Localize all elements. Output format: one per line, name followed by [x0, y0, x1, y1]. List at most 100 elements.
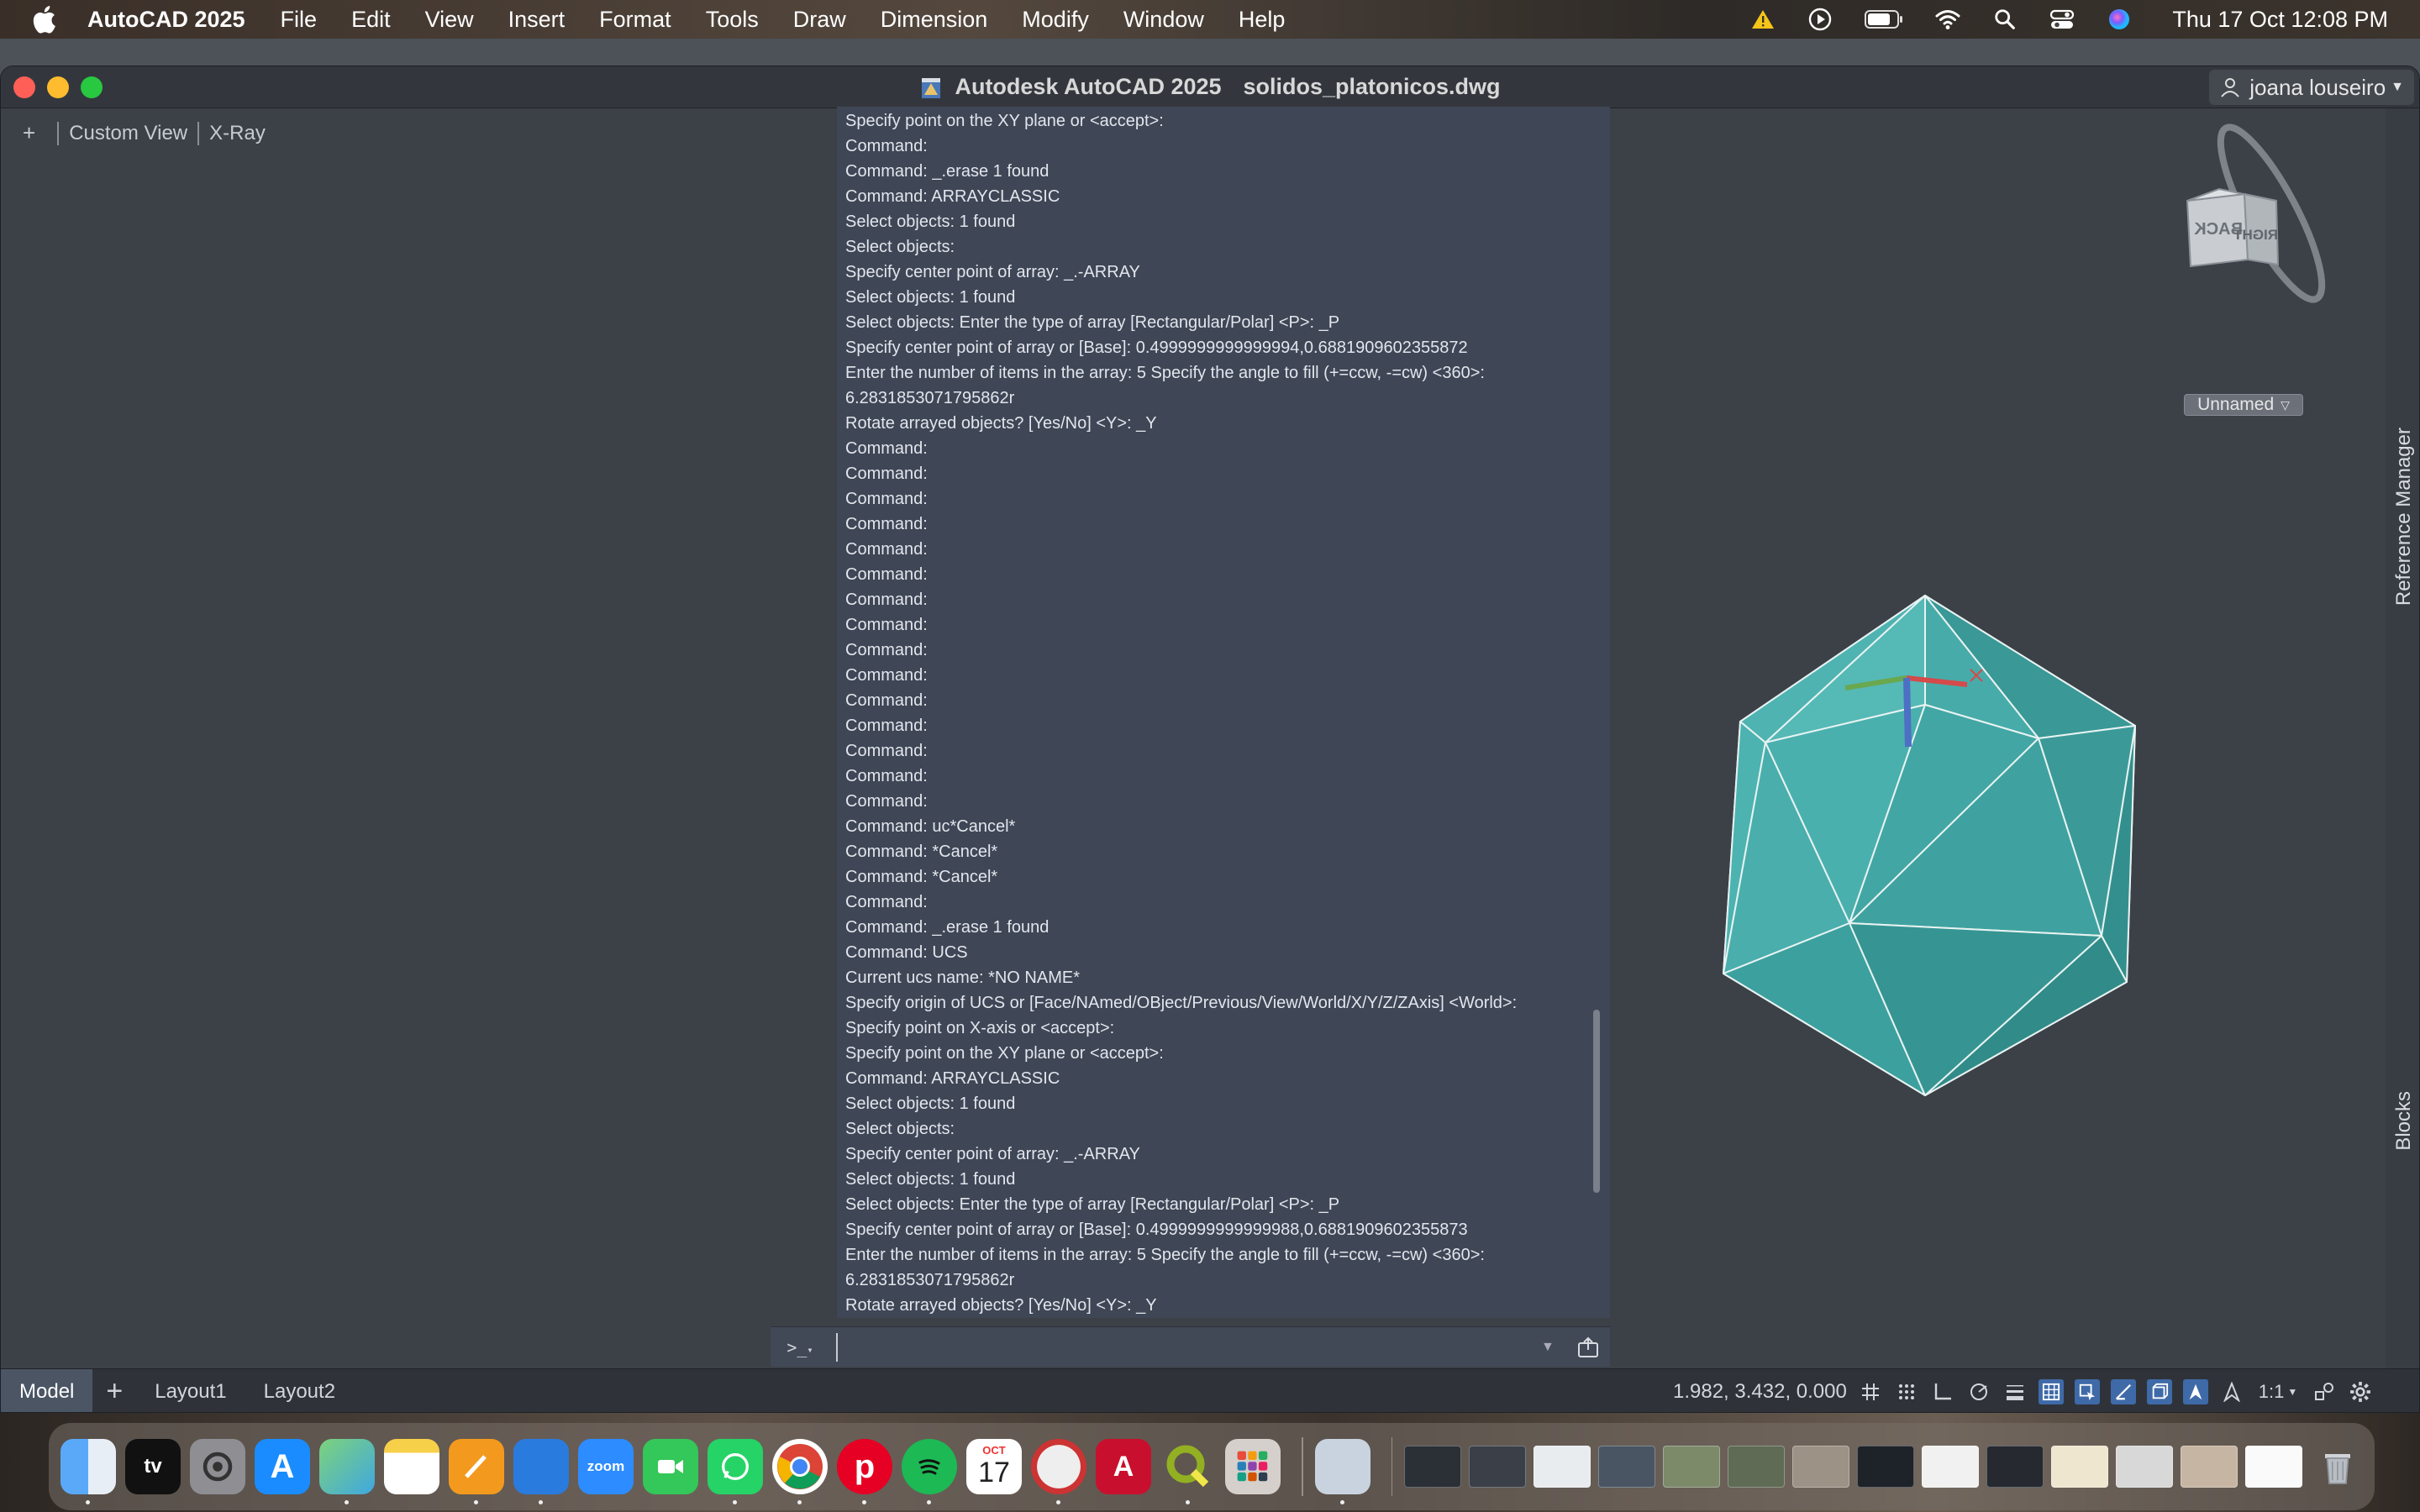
command-history-line: Command:: [845, 713, 1585, 738]
whatsapp-icon[interactable]: [708, 1439, 763, 1504]
minimized-window-thumbnail[interactable]: [1404, 1446, 1461, 1488]
annotation-scale-control[interactable]: 1:1 ▼: [2255, 1379, 2301, 1404]
menu-tools[interactable]: Tools: [706, 7, 759, 33]
siri-icon[interactable]: [2107, 7, 2132, 32]
dynamic-ucs-icon[interactable]: [2111, 1379, 2136, 1404]
qgis-icon[interactable]: [1160, 1439, 1216, 1504]
annotation-visibility-icon[interactable]: [2183, 1379, 2208, 1404]
minimized-window-thumbnail[interactable]: [1728, 1446, 1785, 1488]
figure-app-icon[interactable]: [1031, 1439, 1086, 1504]
minimized-window-thumbnail[interactable]: [1922, 1446, 1979, 1488]
maximize-window-button[interactable]: [81, 76, 103, 98]
minimized-window-thumbnail[interactable]: [2051, 1446, 2108, 1488]
menu-insert[interactable]: Insert: [508, 7, 566, 33]
trash-icon[interactable]: [2310, 1439, 2365, 1494]
3d-object-snap-icon[interactable]: [2147, 1379, 2172, 1404]
minimized-window-thumbnail[interactable]: [1598, 1446, 1655, 1488]
transparency-icon[interactable]: [2039, 1379, 2064, 1404]
chrome-icon[interactable]: [772, 1439, 828, 1504]
minimized-window-thumbnail[interactable]: [1857, 1446, 1914, 1488]
launchpad-icon[interactable]: [1225, 1439, 1281, 1494]
wifi-icon[interactable]: [1935, 7, 1960, 32]
auto-scale-icon[interactable]: [2219, 1379, 2244, 1404]
close-window-button[interactable]: [13, 76, 35, 98]
spotify-icon[interactable]: [902, 1439, 957, 1504]
search-icon[interactable]: [1992, 7, 2018, 32]
calendar-icon[interactable]: OCT 17: [966, 1439, 1022, 1494]
facetime-icon[interactable]: [643, 1439, 698, 1494]
user-account-menu[interactable]: joana louseiro ▼: [2209, 70, 2414, 105]
battery-icon[interactable]: [1865, 7, 1903, 32]
minimized-window-thumbnail[interactable]: [1663, 1446, 1720, 1488]
preview-icon[interactable]: [1314, 1439, 1370, 1504]
command-recent-dropdown-icon[interactable]: ▼: [1541, 1340, 1566, 1355]
visual-style-control[interactable]: X-Ray: [209, 122, 266, 145]
zoom-icon[interactable]: zoom: [578, 1439, 634, 1494]
ortho-mode-icon[interactable]: [1930, 1379, 1955, 1404]
viewcube[interactable]: BACK RIGHT: [2177, 117, 2354, 335]
keynote-icon[interactable]: [513, 1439, 569, 1504]
menu-help[interactable]: Help: [1239, 7, 1286, 33]
apple-menu-icon[interactable]: [0, 5, 87, 34]
command-history-panel[interactable]: Specify point on the XY plane or <accept…: [837, 107, 1610, 1318]
command-history-text: Select objects: 1 found: [845, 213, 1016, 231]
add-layout-button[interactable]: +: [92, 1375, 136, 1408]
minimize-window-button[interactable]: [47, 76, 69, 98]
tab-layout2[interactable]: Layout2: [245, 1369, 354, 1413]
grid-icon[interactable]: [1858, 1379, 1883, 1404]
snap-mode-icon[interactable]: [1894, 1379, 1919, 1404]
control-center-icon[interactable]: [2049, 7, 2075, 32]
minimized-window-thumbnail[interactable]: [1986, 1446, 2044, 1488]
menu-file[interactable]: File: [281, 7, 318, 33]
viewport-menu-button[interactable]: +: [23, 120, 35, 146]
tab-model[interactable]: Model: [1, 1368, 93, 1412]
selection-cycling-icon[interactable]: [2075, 1379, 2100, 1404]
gear-icon[interactable]: [2348, 1379, 2373, 1404]
polar-tracking-icon[interactable]: [1966, 1379, 1991, 1404]
minimized-window-thumbnail[interactable]: [2116, 1446, 2173, 1488]
system-settings-icon[interactable]: [190, 1439, 245, 1494]
app-store-icon[interactable]: A: [255, 1439, 310, 1494]
minimized-window-thumbnail[interactable]: [1469, 1446, 1526, 1488]
icosahedron-solid[interactable]: [1715, 579, 2152, 1100]
minimized-window-thumbnail[interactable]: [1534, 1446, 1591, 1488]
tab-blocks[interactable]: Blocks: [2392, 1091, 2416, 1151]
maps-icon[interactable]: [319, 1439, 375, 1504]
command-history-line: Enter the number of items in the array: …: [845, 360, 1585, 411]
warning-icon[interactable]: [1750, 7, 1776, 32]
apple-tv-icon[interactable]: tv: [125, 1439, 181, 1494]
minimized-window-thumbnail[interactable]: [2245, 1446, 2302, 1488]
autocad-icon[interactable]: A: [1096, 1439, 1151, 1494]
command-input[interactable]: [836, 1332, 1541, 1362]
workspace-switch-icon[interactable]: [2312, 1379, 2337, 1404]
command-prompt-icon[interactable]: >_▾: [771, 1337, 829, 1357]
pinterest-icon[interactable]: p: [837, 1439, 892, 1504]
menu-window[interactable]: Window: [1123, 7, 1204, 33]
coordinate-readout[interactable]: 1.982, 3.432, 0.000: [1673, 1369, 1847, 1412]
finder-icon[interactable]: [60, 1439, 116, 1504]
menu-draw[interactable]: Draw: [793, 7, 846, 33]
menu-modify[interactable]: Modify: [1022, 7, 1089, 33]
play-icon[interactable]: [1807, 7, 1833, 32]
menu-format[interactable]: Format: [599, 7, 671, 33]
menu-dimension[interactable]: Dimension: [881, 7, 988, 33]
minimized-window-thumbnail[interactable]: [2181, 1446, 2238, 1488]
menu-edit[interactable]: Edit: [351, 7, 391, 33]
tab-reference-manager[interactable]: Reference Manager: [2392, 428, 2416, 606]
share-icon[interactable]: [1566, 1336, 1610, 1359]
view-name-control[interactable]: Custom View: [69, 122, 187, 145]
clock[interactable]: Thu 17 Oct 12:08 PM: [2172, 7, 2388, 33]
lineweight-icon[interactable]: [2002, 1379, 2028, 1404]
pages-icon[interactable]: [449, 1439, 504, 1504]
minimized-window-thumbnail[interactable]: [1792, 1446, 1849, 1488]
tab-layout1[interactable]: Layout1: [136, 1369, 245, 1413]
menu-view[interactable]: View: [425, 7, 474, 33]
command-history-scrollbar[interactable]: [1593, 1010, 1600, 1193]
drawing-area[interactable]: + Custom View X-Ray Specify point on the…: [1, 107, 2419, 1368]
app-menu[interactable]: AutoCAD 2025: [87, 7, 245, 33]
command-history-text: Specify center point of array: _.-ARRAY: [845, 1145, 1140, 1163]
command-history-text: Command:: [845, 893, 928, 911]
command-history-line: Specify center point of array: _.-ARRAY: [845, 260, 1585, 285]
notes-icon[interactable]: [384, 1439, 439, 1494]
ucs-dropdown[interactable]: Unnamed ▽: [2184, 394, 2303, 416]
